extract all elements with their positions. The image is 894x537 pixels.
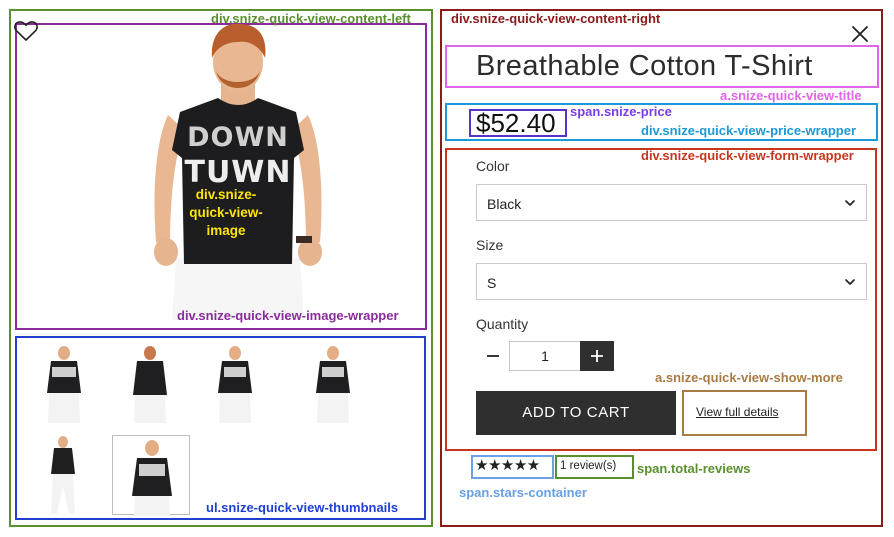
form-wrapper-label: div.snize-quick-view-form-wrapper bbox=[641, 148, 854, 163]
wishlist-heart-icon[interactable] bbox=[13, 19, 39, 43]
rating-stars: ★★★★★ bbox=[475, 457, 540, 474]
title-label: a.snize-quick-view-title bbox=[720, 88, 862, 103]
thumbnail-item[interactable] bbox=[295, 343, 373, 423]
quantity-input[interactable] bbox=[511, 342, 579, 370]
color-select-value: Black bbox=[487, 196, 522, 212]
stars-container-label: span.stars-container bbox=[459, 485, 587, 500]
size-select[interactable]: S bbox=[476, 263, 867, 300]
product-main-image[interactable]: DOWN TUWN bbox=[128, 20, 348, 320]
add-to-cart-button[interactable]: ADD TO CART bbox=[476, 391, 676, 435]
price-label: span.snize-price bbox=[570, 104, 672, 119]
image-wrapper-label: div.snize-quick-view-image-wrapper bbox=[177, 308, 399, 323]
shirt-print-bottom: TUWN bbox=[184, 155, 291, 190]
thumbnail-item[interactable] bbox=[197, 343, 275, 423]
color-select[interactable]: Black bbox=[476, 184, 867, 221]
show-more-label: a.snize-quick-view-show-more bbox=[655, 370, 843, 385]
price-wrapper-label: div.snize-quick-view-price-wrapper bbox=[641, 123, 857, 138]
thumbnail-item[interactable] bbox=[25, 434, 103, 514]
quantity-field-label: Quantity bbox=[476, 316, 529, 332]
shirt-print-top: DOWN bbox=[187, 122, 289, 153]
minus-icon bbox=[487, 355, 499, 357]
close-icon[interactable] bbox=[850, 24, 870, 44]
thumbnail-item[interactable] bbox=[110, 343, 188, 423]
quantity-decrease-button[interactable] bbox=[476, 341, 510, 371]
total-reviews-label: span.total-reviews bbox=[637, 461, 751, 476]
size-field-label: Size bbox=[476, 237, 504, 253]
chevron-down-icon bbox=[844, 197, 856, 209]
thumbnails-label: ul.snize-quick-view-thumbnails bbox=[206, 500, 399, 515]
total-reviews-link[interactable]: 1 review(s) bbox=[560, 460, 616, 472]
product-title-link[interactable]: Breathable Cotton T-Shirt bbox=[476, 49, 813, 83]
quantity-increase-button[interactable] bbox=[580, 341, 614, 371]
color-field-label: Color bbox=[476, 158, 510, 174]
quantity-stepper bbox=[476, 341, 614, 371]
thumbnail-item[interactable] bbox=[25, 343, 103, 423]
image-annotation-label: div.snize-quick-view-image bbox=[189, 187, 263, 238]
view-full-details-link[interactable]: View full details bbox=[696, 405, 779, 419]
product-price: $52.40 bbox=[476, 108, 556, 138]
plus-icon bbox=[591, 350, 603, 362]
chevron-down-icon bbox=[844, 276, 856, 288]
size-select-value: S bbox=[487, 275, 497, 291]
content-right-label: div.snize-quick-view-content-right bbox=[451, 11, 661, 26]
thumbnail-item-selected[interactable] bbox=[112, 435, 190, 516]
